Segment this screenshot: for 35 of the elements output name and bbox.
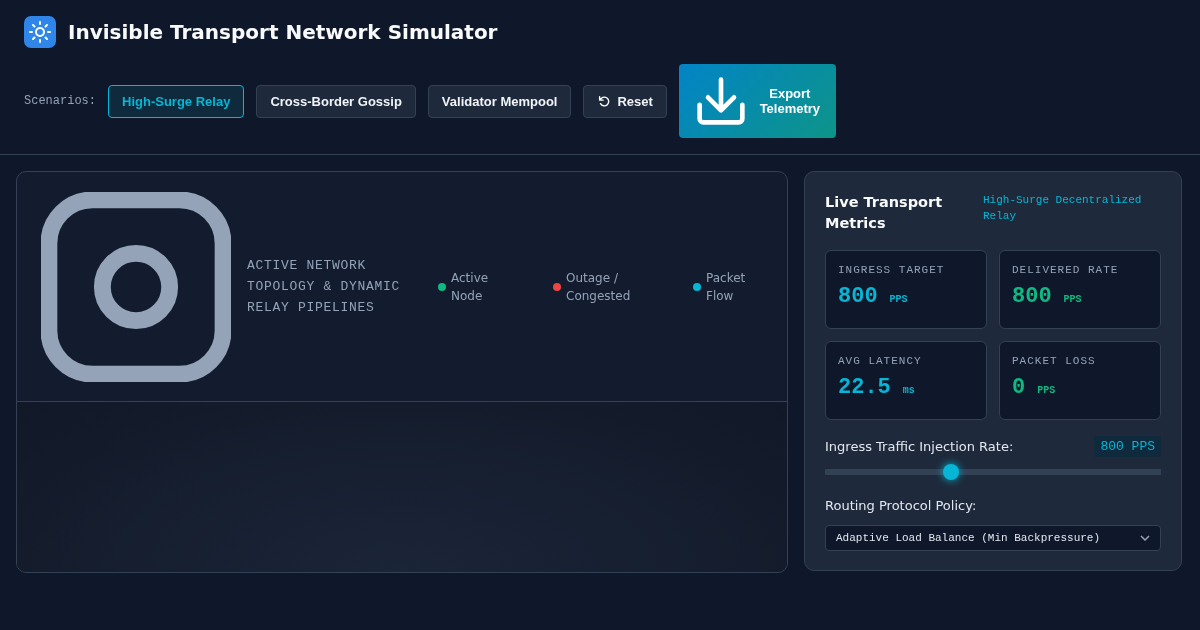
scenarios-label: Scenarios: [24,94,96,108]
slider-thumb[interactable] [943,464,960,480]
topology-heading: ACTIVE NETWORK TOPOLOGY & DYNAMIC RELAY PIPELINES [247,257,402,317]
metric-label: INGRESS TARGET [838,264,946,276]
metrics-title: Live Transport Metrics [825,193,944,233]
metric-label: PACKET LOSS [1012,355,1097,367]
routing-label: Routing Protocol Policy: [825,498,978,513]
legend-label: Active Node [451,269,490,305]
legend-label: Outage / Congested [566,269,632,305]
metric-unit: PPS [1037,385,1056,396]
metric-value: 0 [1012,375,1026,400]
scenario-name: High-Surge Decentralized Relay [983,193,1143,224]
metric-label: AVG LATENCY [838,355,923,367]
metric-unit: PPS [889,294,908,305]
injection-reading: 800 PPS [1094,436,1161,457]
metric-unit: ms [902,385,915,396]
metric-value: 800 [1012,284,1052,309]
injection-label: Ingress Traffic Injection Rate: [825,439,1014,454]
export-button[interactable]: Export Telemetry [678,64,836,138]
gear-icon [24,16,56,48]
download-icon [694,76,747,126]
reset-button[interactable]: Reset [583,84,667,118]
metric-value: 22.5 [838,375,891,400]
caret-icon [1140,535,1150,541]
metric-unit: PPS [1063,294,1082,305]
routing-select[interactable]: Adaptive Load Balance (Min Backpressure) [825,525,1161,551]
app-title: Invisible Transport Network Simulator [68,20,498,44]
scenario-button[interactable]: Cross-Border Gossip [256,84,416,118]
reset-icon [597,94,612,108]
metric-label: DELIVERED RATE [1012,264,1120,276]
legend-label: Packet Flow [706,269,747,305]
scenario-button[interactable]: Validator Mempool [427,84,572,118]
camera-icon [41,191,231,382]
scenario-button[interactable]: High-Surge Relay [108,84,245,118]
metric-value: 800 [838,284,878,309]
